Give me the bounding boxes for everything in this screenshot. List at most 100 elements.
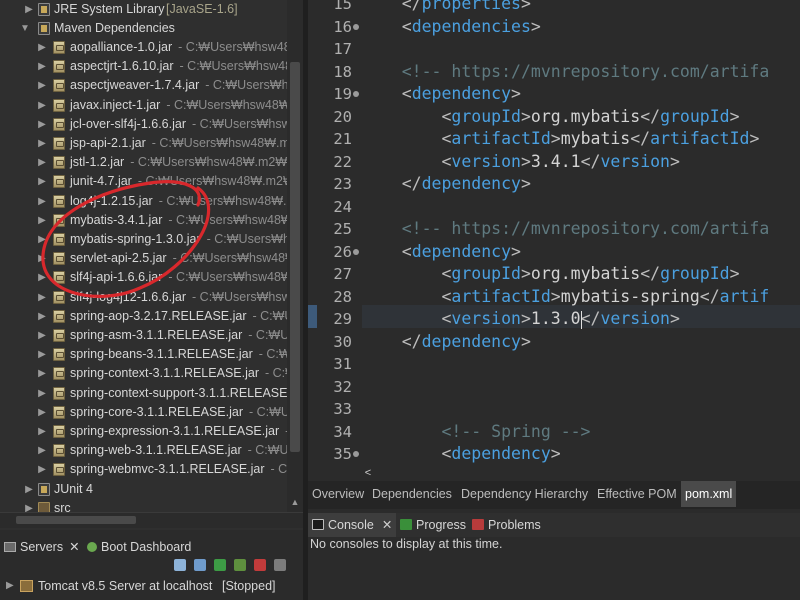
expand-arrow-icon[interactable]: ▶ xyxy=(37,249,47,268)
expand-arrow-icon[interactable]: ▶ xyxy=(37,384,47,403)
code-line[interactable]: </dependency> xyxy=(362,331,531,354)
code-token: > xyxy=(520,264,531,283)
servers-view-tabs: Servers ✕ Boot Dashboard xyxy=(0,536,303,558)
expand-arrow-icon[interactable]: ▶ xyxy=(37,134,47,153)
expand-arrow-icon[interactable]: ▶ xyxy=(37,57,47,76)
expand-arrow-icon[interactable]: ▶ xyxy=(37,345,47,364)
jar-path: - C:₩Users₩hs xyxy=(206,232,287,246)
expand-arrow-icon[interactable]: ▶ xyxy=(37,96,47,115)
code-line[interactable]: <!-- https://mvnrepository.com/artifa xyxy=(362,218,770,241)
publish-icon[interactable] xyxy=(274,559,286,571)
line-number: 25 xyxy=(333,220,352,238)
tab-dependency-hierarchy[interactable]: Dependency Hierarchy xyxy=(457,481,592,507)
expand-arrow-icon[interactable]: ▶ xyxy=(37,192,47,211)
jar-icon xyxy=(53,252,65,266)
new-server-icon[interactable] xyxy=(174,559,186,571)
code-line[interactable]: <dependency> xyxy=(362,241,521,264)
fold-toggle-icon[interactable] xyxy=(353,91,359,97)
code-line[interactable]: </dependency> xyxy=(362,173,531,196)
code-line[interactable]: <artifactId>mybatis</artifactId> xyxy=(362,128,759,151)
expand-arrow-icon[interactable]: ▶ xyxy=(37,441,47,460)
server-row[interactable]: ▶ Tomcat v8.5 Server at localhost [Stopp… xyxy=(0,576,303,596)
tab-label: Problems xyxy=(488,518,541,532)
tab-label: Progress xyxy=(416,518,467,532)
jar-path: - C:₩Users₩hsw4 xyxy=(192,116,287,131)
tab-problems[interactable]: Problems xyxy=(472,513,541,537)
pom-xml-editor[interactable]: 15 16 17 18 19 20 21 22 23 24 25 26 27 28 29 30 31 32 33 34… xyxy=(308,0,800,465)
expand-arrow-icon[interactable]: ▶ xyxy=(37,403,47,422)
stop-server-icon[interactable] xyxy=(254,559,266,571)
expand-arrow-icon[interactable]: ▶ xyxy=(37,288,47,307)
package-explorer-tree[interactable]: ▶ JRE System Library [JavaSE-1.6] ▼ Mave… xyxy=(0,0,287,512)
editor-page-tabs: Overview Dependencies Dependency Hierarc… xyxy=(308,481,800,509)
start-server-icon[interactable] xyxy=(214,559,226,571)
code-line[interactable]: <groupId>org.mybatis</groupId> xyxy=(362,263,739,286)
tab-dependencies[interactable]: Dependencies xyxy=(368,481,456,507)
expand-arrow-icon[interactable]: ▶ xyxy=(37,211,47,230)
code-line[interactable]: <artifactId>mybatis-spring</artif xyxy=(362,286,769,309)
expand-arrow-icon[interactable]: ▶ xyxy=(37,422,47,441)
tree-item-label: JRE System Library xyxy=(54,2,165,16)
tab-boot-dashboard[interactable]: Boot Dashboard xyxy=(87,536,191,558)
code-line[interactable]: <version>1.3.0</version> xyxy=(362,308,679,331)
code-line[interactable]: <version>3.4.1</version> xyxy=(362,151,680,174)
line-number: 34 xyxy=(333,422,352,441)
jar-name: javax.inject-1.jar xyxy=(70,97,161,112)
fold-toggle-icon[interactable] xyxy=(353,451,359,457)
jar-name: spring-context-support-3.1.1.RELEASE.j xyxy=(70,385,287,400)
expand-arrow-icon[interactable]: ▶ xyxy=(37,326,47,345)
jar-path: - C:₩Users₩hsw48₩.m2₩re xyxy=(137,174,287,189)
code-line[interactable]: <dependencies> xyxy=(362,16,541,39)
profile-server-icon[interactable] xyxy=(234,559,246,571)
expand-arrow-icon[interactable]: ▶ xyxy=(24,0,34,19)
line-number: 24 xyxy=(333,197,352,216)
scroll-up-arrow-icon[interactable]: ▲ xyxy=(287,497,303,511)
debug-server-icon[interactable] xyxy=(194,559,206,571)
code-line[interactable]: <groupId>org.mybatis</groupId> xyxy=(362,106,739,129)
tree-scroll-thumb[interactable] xyxy=(290,62,300,452)
tab-pom-xml[interactable]: pom.xml xyxy=(681,481,737,507)
expand-arrow-icon[interactable]: ▶ xyxy=(24,499,34,512)
expand-arrow-icon[interactable]: ▶ xyxy=(37,38,47,57)
expand-arrow-icon[interactable]: ▶ xyxy=(37,230,47,249)
expand-arrow-icon[interactable]: ▶ xyxy=(37,153,47,172)
expand-arrow-icon[interactable]: ▶ xyxy=(37,115,47,134)
expand-arrow-icon[interactable]: ▶ xyxy=(37,172,47,191)
expand-arrow-icon[interactable]: ▶ xyxy=(24,480,34,499)
problems-icon xyxy=(472,519,484,530)
code-token: > xyxy=(530,16,541,36)
expand-arrow-icon[interactable]: ▶ xyxy=(37,364,47,383)
jar-icon xyxy=(53,425,65,438)
code-line[interactable]: <!-- https://mvnrepository.com/artifa xyxy=(362,61,770,84)
code-line[interactable]: <dependency> xyxy=(362,443,560,465)
jar-icon xyxy=(53,348,65,362)
tab-console[interactable]: Console ✕ xyxy=(308,513,396,537)
collapse-arrow-icon[interactable]: ▼ xyxy=(20,19,30,38)
expand-arrow-icon[interactable]: ▶ xyxy=(6,576,14,596)
close-icon[interactable]: ✕ xyxy=(382,518,392,532)
tree-hscroll-thumb[interactable] xyxy=(16,516,136,524)
code-token: > xyxy=(670,151,680,171)
jar-name: spring-expression-3.1.1.RELEASE.jar xyxy=(70,424,280,438)
code-line[interactable]: <dependency> xyxy=(362,83,521,106)
fold-toggle-icon[interactable] xyxy=(353,23,359,30)
scroll-left-arrow-icon[interactable]: < xyxy=(360,465,376,481)
fold-toggle-icon[interactable] xyxy=(353,248,359,255)
expand-arrow-icon[interactable]: ▶ xyxy=(37,307,47,326)
code-line[interactable]: </properties> xyxy=(362,0,531,16)
tab-servers[interactable]: Servers ✕ xyxy=(4,536,80,558)
expand-arrow-icon[interactable]: ▶ xyxy=(37,76,47,95)
tab-progress[interactable]: Progress xyxy=(400,513,466,537)
expand-arrow-icon[interactable]: ▶ xyxy=(37,268,47,287)
tree-item-qualifier: [JavaSE-1.6] xyxy=(166,2,238,16)
tab-overview[interactable]: Overview xyxy=(308,481,368,507)
close-icon[interactable]: ✕ xyxy=(69,540,79,554)
editor-horizontal-scrollbar[interactable] xyxy=(308,465,800,481)
tab-effective-pom[interactable]: Effective POM xyxy=(593,481,681,507)
code-line[interactable]: <!-- Spring --> xyxy=(362,421,590,444)
expand-arrow-icon[interactable]: ▶ xyxy=(37,460,47,479)
